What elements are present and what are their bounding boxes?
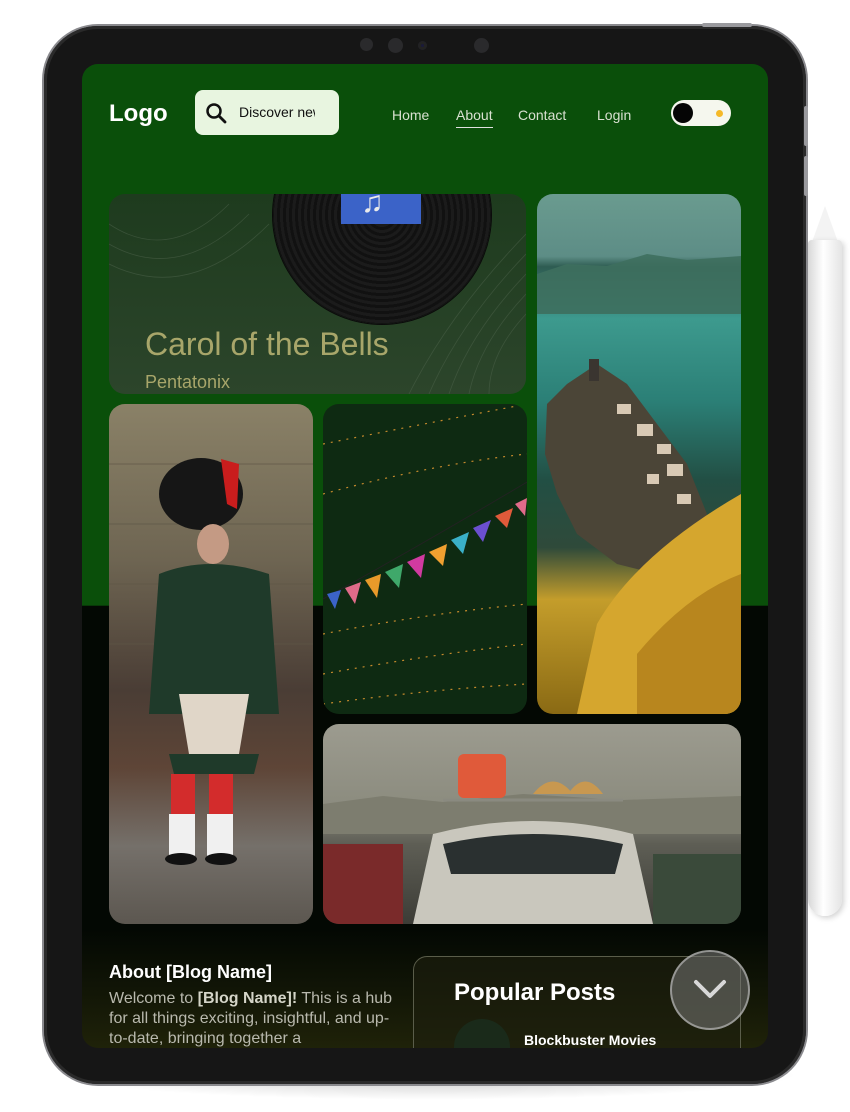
about-blog-name: [Blog Name]! — [197, 990, 298, 1007]
volume-up-button — [804, 106, 808, 146]
top-button — [702, 23, 752, 27]
search-icon[interactable] — [205, 102, 227, 124]
theme-toggle[interactable] — [671, 100, 731, 126]
about-text: Welcome to [Blog Name]! This is a hub fo… — [109, 989, 394, 1048]
string-lights-photo[interactable] — [323, 404, 527, 714]
camera-lens-icon — [418, 41, 427, 50]
song-artist: Pentatonix — [145, 372, 231, 392]
pencil-tip — [812, 206, 838, 242]
music-card[interactable]: ♫ Carol of the Bells Pentatonix — [109, 194, 526, 394]
song-title: Carol of the Bells — [145, 326, 389, 362]
bagpiper-photo[interactable] — [109, 404, 313, 924]
nav-link-about[interactable]: About — [456, 107, 493, 128]
nav-link-contact[interactable]: Contact — [518, 107, 566, 123]
lights-illustration — [323, 404, 527, 705]
chevron-down-icon[interactable] — [692, 974, 728, 1004]
sensor-icon — [388, 38, 403, 53]
popular-posts-title: Popular Posts — [454, 979, 616, 1006]
screen: Logo Home About Contact Login ♫ Carol of… — [82, 64, 768, 1048]
coast-illustration — [537, 254, 741, 714]
volume-down-button — [804, 156, 808, 196]
sensor-icon — [360, 38, 373, 51]
album-cover: ♫ — [341, 194, 421, 224]
nav-link-home[interactable]: Home — [392, 107, 429, 123]
scroll-down-button[interactable] — [670, 950, 750, 1030]
apple-pencil — [808, 240, 842, 916]
post-title[interactable]: Blockbuster Movies — [524, 1032, 656, 1048]
toggle-knob[interactable] — [673, 103, 693, 123]
search-input[interactable] — [239, 100, 315, 124]
bagpiper-illustration — [109, 458, 313, 865]
post-thumbnail[interactable] — [454, 1019, 510, 1048]
sun-icon — [716, 110, 723, 117]
logo[interactable]: Logo — [109, 100, 168, 128]
music-note-icon: ♫ — [361, 194, 384, 219]
vintage-car-photo[interactable] — [323, 724, 741, 924]
car-illustration — [323, 754, 741, 924]
about-text-intro: Welcome to — [109, 990, 198, 1007]
camera-strip — [360, 38, 490, 53]
sensor-icon — [474, 38, 489, 53]
about-title: About [Blog Name] — [109, 962, 272, 982]
search-box[interactable] — [195, 90, 339, 135]
coastal-village-photo[interactable] — [537, 194, 741, 714]
nav-link-login[interactable]: Login — [597, 107, 631, 123]
